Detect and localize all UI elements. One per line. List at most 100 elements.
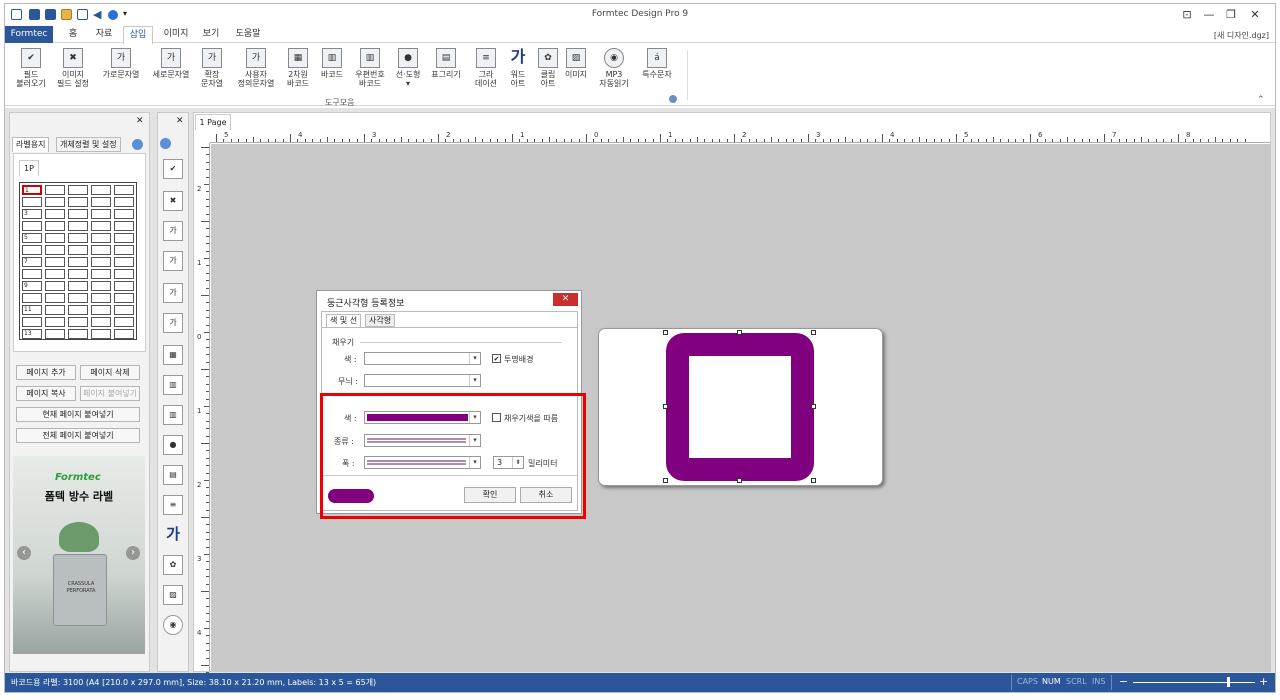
- label-cell[interactable]: [91, 233, 111, 243]
- label-cell[interactable]: [114, 329, 134, 339]
- tool-clipart-icon[interactable]: ✿: [163, 555, 183, 575]
- label-cell[interactable]: [68, 269, 88, 279]
- collapse-ribbon-icon[interactable]: ⌃: [1257, 95, 1265, 105]
- resize-handle-tr[interactable]: [811, 330, 816, 335]
- barcode-button[interactable]: ▥ 바코드: [317, 48, 347, 79]
- panel-close-icon[interactable]: ✕: [136, 116, 144, 126]
- page-tab[interactable]: 1 Page: [195, 114, 231, 130]
- tool-shapes-icon[interactable]: ●: [163, 435, 183, 455]
- label-cell[interactable]: [45, 269, 65, 279]
- resize-handle-t[interactable]: [737, 330, 742, 335]
- zoom-slider[interactable]: [1133, 682, 1255, 683]
- transparent-checkbox[interactable]: ✔: [492, 354, 501, 363]
- label-cell[interactable]: [68, 209, 88, 219]
- label-cell[interactable]: [68, 305, 88, 315]
- tool-gradation-icon[interactable]: ≡: [163, 495, 183, 515]
- label-cell[interactable]: [22, 317, 42, 327]
- tool-vertical-text-icon[interactable]: 가: [163, 251, 183, 271]
- tab-home[interactable]: 홈: [61, 26, 85, 43]
- tab-data[interactable]: 자료: [91, 26, 117, 43]
- label-cell[interactable]: [45, 245, 65, 255]
- page-tab-1p[interactable]: 1P: [19, 160, 39, 176]
- tool-field-icon[interactable]: ✔: [163, 159, 183, 179]
- label-cell[interactable]: [114, 317, 134, 327]
- label-cell[interactable]: [114, 209, 134, 219]
- delete-page-button[interactable]: 페이지 삭제: [80, 365, 140, 380]
- label-cell[interactable]: 13: [22, 329, 42, 339]
- ad-prev-button[interactable]: ‹: [17, 546, 31, 560]
- pattern-select[interactable]: ▾: [364, 374, 481, 387]
- tool-barcode-icon[interactable]: ▥: [163, 375, 183, 395]
- label-cell[interactable]: [68, 233, 88, 243]
- label-cell[interactable]: [68, 293, 88, 303]
- tab-help[interactable]: 도움말: [231, 26, 265, 43]
- label-cell[interactable]: [45, 209, 65, 219]
- label-cell[interactable]: [22, 197, 42, 207]
- tool-table-icon[interactable]: ▤: [163, 465, 183, 485]
- label-cell[interactable]: [68, 185, 88, 195]
- tool-postal-barcode-icon[interactable]: ▥: [163, 405, 183, 425]
- tab-view[interactable]: 보기: [199, 26, 223, 43]
- resize-handle-br[interactable]: [811, 478, 816, 483]
- zoom-slider-thumb[interactable]: [1227, 677, 1230, 687]
- label-cell[interactable]: [68, 329, 88, 339]
- label-cell[interactable]: [22, 269, 42, 279]
- minimize-button[interactable]: —: [1197, 7, 1221, 23]
- label-cell[interactable]: [45, 221, 65, 231]
- tab-image[interactable]: 이미지: [161, 26, 191, 43]
- group-expand-icon[interactable]: [669, 95, 677, 103]
- resize-handle-tl[interactable]: [663, 330, 668, 335]
- label-cell[interactable]: 5: [22, 233, 42, 243]
- zoom-out-button[interactable]: −: [1119, 675, 1128, 688]
- gradation-button[interactable]: ≡ 그라 데이션: [471, 48, 501, 88]
- label-cell[interactable]: [114, 245, 134, 255]
- copy-page-button[interactable]: 페이지 복사: [16, 386, 76, 401]
- mp3-autoread-button[interactable]: ◉ MP3 자동읽기: [595, 48, 633, 88]
- label-cell[interactable]: [114, 197, 134, 207]
- tab-object-align[interactable]: 개체정렬 및 설정: [56, 137, 121, 152]
- shapes-button[interactable]: ● 선·도형 ▾: [393, 48, 423, 88]
- draw-table-button[interactable]: ▤ 표그리기: [429, 48, 463, 79]
- resize-handle-l[interactable]: [663, 404, 668, 409]
- label-cell[interactable]: [22, 221, 42, 231]
- label-cell[interactable]: [91, 257, 111, 267]
- label-cell[interactable]: [91, 293, 111, 303]
- label-cell[interactable]: [68, 245, 88, 255]
- resize-handle-b[interactable]: [737, 478, 742, 483]
- label-cell[interactable]: [91, 329, 111, 339]
- image-button[interactable]: ▨ 이미지: [561, 48, 591, 79]
- label-cell[interactable]: [45, 185, 65, 195]
- tab-formtec[interactable]: Formtec: [5, 26, 53, 43]
- tool-extended-text-icon[interactable]: 가: [163, 283, 183, 303]
- toolstrip-close-icon[interactable]: ✕: [176, 116, 184, 126]
- label-cell[interactable]: 3: [22, 209, 42, 219]
- label-cell[interactable]: [45, 293, 65, 303]
- label-cell[interactable]: [114, 281, 134, 291]
- label-cell[interactable]: [114, 293, 134, 303]
- label-cell[interactable]: [91, 185, 111, 195]
- zoom-in-button[interactable]: +: [1259, 675, 1268, 688]
- ad-next-button[interactable]: ›: [126, 546, 140, 560]
- tool-qr-code-icon[interactable]: ▦: [163, 345, 183, 365]
- label-cell[interactable]: [91, 317, 111, 327]
- label-cell[interactable]: [114, 269, 134, 279]
- paste-current-page-button[interactable]: 현재 페이지 붙여넣기: [16, 407, 140, 422]
- label-cell[interactable]: 7: [22, 257, 42, 267]
- paste-all-pages-button[interactable]: 전체 페이지 붙여넣기: [16, 428, 140, 443]
- tool-custom-text-icon[interactable]: 가: [163, 313, 183, 333]
- ad-banner[interactable]: Formtec 폼텍 방수 라벨 CRASSULA PERFORATA ‹ ›: [13, 456, 145, 654]
- label-cell[interactable]: [114, 221, 134, 231]
- label-cell[interactable]: [68, 197, 88, 207]
- label-cell[interactable]: [45, 257, 65, 267]
- image-field-button[interactable]: ✖ 이미지 필드 설정: [53, 48, 93, 88]
- resize-handle-r[interactable]: [811, 404, 816, 409]
- label-cell[interactable]: [45, 233, 65, 243]
- label-cell[interactable]: [45, 305, 65, 315]
- tab-rectangle[interactable]: 사각형: [365, 314, 396, 327]
- tool-picture-icon[interactable]: ▨: [163, 585, 183, 605]
- resize-handle-bl[interactable]: [663, 478, 668, 483]
- label-cell[interactable]: [91, 197, 111, 207]
- tool-horizontal-text-icon[interactable]: 가: [163, 221, 183, 241]
- label-cell[interactable]: [114, 185, 134, 195]
- label-cell-selected[interactable]: 1: [22, 185, 42, 195]
